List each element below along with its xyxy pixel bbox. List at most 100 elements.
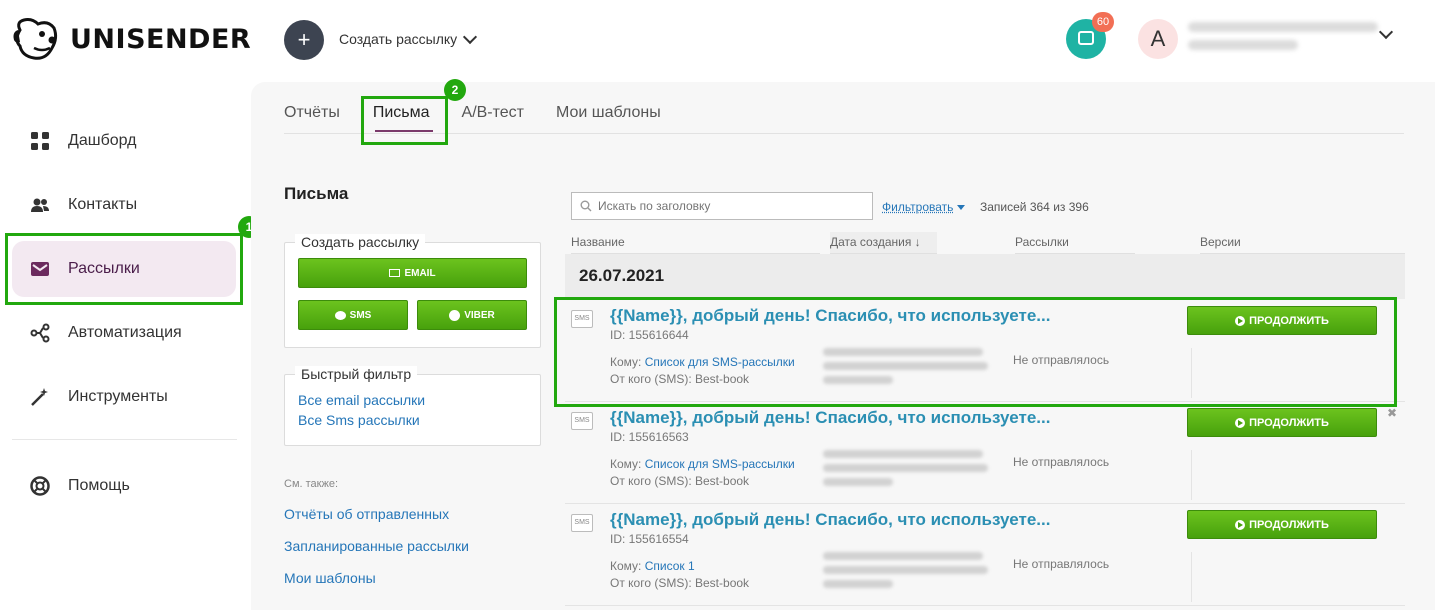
see-also-label: См. также: xyxy=(284,478,338,490)
contacts-icon xyxy=(30,195,50,215)
letter-title-link[interactable]: {{Name}}, добрый день! Спасибо, что испо… xyxy=(610,510,1050,530)
highlight-box-first-row xyxy=(554,297,1397,407)
letter-status: Не отправлялось xyxy=(1013,557,1110,571)
column-header-versions: Версии xyxy=(1200,232,1405,254)
filter-dropdown[interactable]: Фильтровать xyxy=(882,200,966,214)
creation-date-blurred xyxy=(823,552,993,600)
help-icon xyxy=(30,476,50,496)
email-button-label: EMAIL xyxy=(404,267,436,279)
table-row: SMS {{Name}}, добрый день! Спасибо, что … xyxy=(565,504,1405,606)
quick-filter-box: Быстрый фильтр Все email рассылки Все Sm… xyxy=(284,366,541,446)
letter-status: Не отправлялось xyxy=(1013,455,1110,469)
column-divider xyxy=(1191,552,1192,602)
create-campaign-label: Создать рассылку xyxy=(339,31,458,47)
filter-link-email[interactable]: Все email рассылки xyxy=(298,392,425,408)
column-divider xyxy=(1191,450,1192,500)
recipients-list-link[interactable]: Список для SMS-рассылки xyxy=(645,457,795,471)
automation-icon xyxy=(30,323,50,343)
brand-name: UNISENDER xyxy=(70,23,252,55)
tab-my-templates[interactable]: Мои шаблоны xyxy=(556,104,661,122)
viber-button[interactable]: VIBER xyxy=(417,300,527,330)
see-also-link-reports[interactable]: Отчёты об отправленных xyxy=(284,506,449,522)
sms-button-label: SMS xyxy=(349,309,372,321)
sidebar-item-label: Инструменты xyxy=(68,388,168,405)
create-campaign-dropdown[interactable]: Создать рассылку xyxy=(339,29,478,47)
sidebar-item-label: Контакты xyxy=(68,196,138,213)
sms-icon: SMS xyxy=(571,514,593,532)
highlight-number-2: 2 xyxy=(444,79,466,101)
chat-bubble-icon xyxy=(334,310,346,320)
column-header-campaigns: Рассылки xyxy=(1015,232,1135,254)
tab-reports[interactable]: Отчёты xyxy=(284,104,340,122)
recipients-prefix: Кому: xyxy=(610,559,642,573)
viber-button-label: VIBER xyxy=(464,309,495,321)
quick-filter-legend: Быстрый фильтр xyxy=(295,366,418,382)
envelope-icon xyxy=(389,269,401,277)
sidebar-item-dashboard[interactable]: Дашборд xyxy=(12,113,236,169)
highlight-box-letters-tab xyxy=(361,96,448,145)
email-button[interactable]: EMAIL xyxy=(298,258,527,288)
continue-button[interactable]: ПРОДОЛЖИТЬ xyxy=(1187,510,1377,539)
search-input[interactable] xyxy=(598,199,858,213)
search-icon xyxy=(580,200,592,212)
close-icon[interactable]: ✖ xyxy=(1387,406,1397,420)
filter-label: Фильтровать xyxy=(882,200,954,214)
see-also-link-templates[interactable]: Мои шаблоны xyxy=(284,570,376,586)
letter-id: ID: 155616563 xyxy=(610,430,689,444)
filter-link-sms[interactable]: Все Sms рассылки xyxy=(298,412,420,428)
creation-date-blurred xyxy=(823,450,993,498)
date-group-header: 26.07.2021 xyxy=(565,254,1405,299)
letter-sender: От кого (SMS): Best-book xyxy=(610,474,750,488)
letter-recipients: Кому: Список 1 xyxy=(610,559,695,573)
create-campaign-legend: Создать рассылку xyxy=(295,234,426,250)
date-group-label: 26.07.2021 xyxy=(579,266,665,285)
letter-sender: От кого (SMS): Best-book xyxy=(610,576,750,590)
create-campaign-button[interactable]: + xyxy=(284,20,324,60)
see-also-link-scheduled[interactable]: Запланированные рассылки xyxy=(284,538,469,554)
sidebar-divider xyxy=(12,439,237,440)
highlight-box-campaigns xyxy=(5,233,243,305)
sidebar-item-label: Автоматизация xyxy=(68,324,182,341)
logo[interactable]: UNISENDER xyxy=(12,16,251,62)
sms-button[interactable]: SMS xyxy=(298,300,408,330)
sidebar-item-help[interactable]: Помощь xyxy=(12,458,236,514)
dog-logo-icon xyxy=(12,16,60,62)
tabs: Отчёты Письма A/B-тест Мои шаблоны xyxy=(284,104,661,122)
create-campaign-box: Создать рассылку EMAIL SMS VIBER xyxy=(284,234,541,348)
sidebar-item-automation[interactable]: Автоматизация xyxy=(12,305,236,361)
table-row: SMS {{Name}}, добрый день! Спасибо, что … xyxy=(565,402,1405,504)
search-box[interactable] xyxy=(571,192,873,220)
sms-icon: SMS xyxy=(571,412,593,430)
column-header-name[interactable]: Название xyxy=(571,232,820,254)
caret-down-icon xyxy=(957,204,966,210)
top-bar: UNISENDER + Создать рассылку 60 A xyxy=(0,0,1435,82)
sidebar: Дашборд Контакты Рассылки Автоматизация … xyxy=(0,82,250,610)
sidebar-item-label: Помощь xyxy=(68,477,130,494)
arrow-right-circle-icon xyxy=(1235,519,1246,530)
panel-title: Письма xyxy=(284,184,349,203)
arrow-right-circle-icon xyxy=(1235,417,1246,428)
recipients-prefix: Кому: xyxy=(610,457,642,471)
account-info-blurred[interactable] xyxy=(1188,22,1378,60)
continue-button[interactable]: ПРОДОЛЖИТЬ xyxy=(1187,408,1377,437)
account-chevron-down-icon[interactable] xyxy=(1378,24,1394,40)
chat-badge: 60 xyxy=(1092,12,1114,32)
tools-icon xyxy=(30,387,50,407)
sidebar-item-contacts[interactable]: Контакты xyxy=(12,177,236,233)
sidebar-item-tools[interactable]: Инструменты xyxy=(12,369,236,425)
sidebar-item-label: Дашборд xyxy=(68,132,137,149)
chat-icon xyxy=(1078,31,1094,45)
chevron-down-icon xyxy=(463,29,478,44)
letter-title-link[interactable]: {{Name}}, добрый день! Спасибо, что испо… xyxy=(610,408,1050,428)
records-count: Записей 364 из 396 xyxy=(980,200,1089,214)
continue-button-label: ПРОДОЛЖИТЬ xyxy=(1249,518,1329,531)
letter-id: ID: 155616554 xyxy=(610,532,689,546)
tab-ab-test[interactable]: A/B-тест xyxy=(462,104,525,122)
continue-button-label: ПРОДОЛЖИТЬ xyxy=(1249,416,1329,429)
dashboard-icon xyxy=(30,131,50,151)
viber-icon xyxy=(449,309,461,321)
column-header-date[interactable]: Дата создания ↓ xyxy=(830,232,937,254)
avatar[interactable]: A xyxy=(1138,19,1178,59)
recipients-list-link[interactable]: Список 1 xyxy=(645,559,695,573)
letter-recipients: Кому: Список для SMS-рассылки xyxy=(610,457,795,471)
